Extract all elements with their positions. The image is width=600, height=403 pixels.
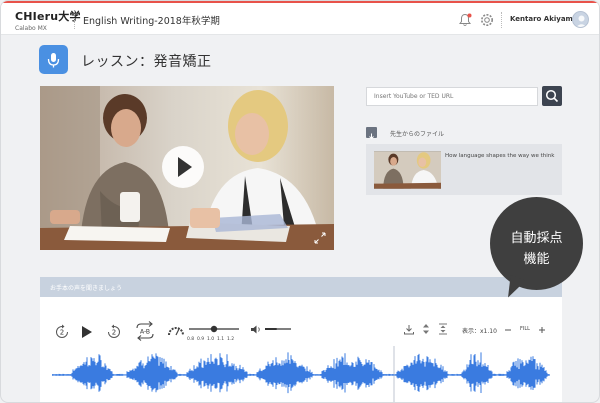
video-player[interactable] — [40, 86, 334, 250]
lesson-icon — [39, 45, 68, 74]
zoom-display-label: 表示：x1.10 — [462, 328, 497, 335]
replay-seconds: 2 — [60, 329, 64, 337]
zoom-vertical-icon[interactable] — [422, 323, 430, 335]
brand-subtitle: Calabo MX — [15, 25, 47, 32]
search-icon — [545, 89, 559, 103]
teacher-files-label: 先生からのファイル — [390, 131, 445, 138]
speed-tick-4: 1.2 — [227, 337, 235, 342]
speedometer-icon — [168, 327, 184, 336]
replay-2-icon[interactable]: 2 — [53, 323, 71, 341]
audio-section-header: お手本の声を聞きましょう — [40, 277, 562, 297]
volume-slider[interactable] — [263, 324, 293, 334]
speed-tick-1: 0.9 — [197, 337, 205, 342]
callout-line-2: 機能 — [523, 252, 550, 267]
speed-tick-3: 1.1 — [217, 337, 225, 342]
speed-slider[interactable] — [187, 323, 243, 335]
forward-2-icon[interactable]: 2 — [105, 323, 123, 341]
file-thumbnail — [374, 151, 441, 189]
auto-scoring-callout: 自動採点 機能 — [490, 197, 583, 290]
forward-seconds: 2 — [112, 329, 116, 337]
play-button[interactable] — [162, 146, 204, 188]
download-icon[interactable] — [403, 324, 415, 335]
audio-waveform[interactable] — [51, 346, 550, 402]
file-title[interactable]: How language shapes the way we think — [445, 153, 554, 159]
header-divider — [74, 11, 75, 29]
brand-logo[interactable]: CHIeru大学 Calabo MX — [15, 8, 81, 32]
top-bar: CHIeru大学 Calabo MX English Writing-2018年… — [1, 1, 599, 35]
brand-name: CHIeru大学 — [15, 10, 81, 23]
zoom-in-icon[interactable] — [538, 326, 546, 334]
gear-icon[interactable] — [479, 12, 495, 28]
volume-icon[interactable] — [250, 324, 262, 335]
avatar-silhouette-icon — [576, 15, 587, 27]
header-divider-right — [501, 12, 502, 28]
speed-slider-knob[interactable] — [210, 325, 218, 333]
file-card[interactable]: How language shapes the way we think — [366, 144, 562, 195]
loop-ab-icon[interactable]: A-B — [133, 320, 157, 342]
callout-line-1: 自動採点 — [510, 231, 563, 246]
waveform-graphic — [51, 346, 550, 402]
waveform-path — [51, 352, 550, 394]
loop-label: A-B — [140, 329, 150, 336]
search-button[interactable] — [542, 86, 562, 106]
fill-button[interactable]: FILL — [520, 326, 530, 332]
course-title[interactable]: English Writing-2018年秋学期 — [83, 13, 220, 27]
speed-tick-2: 1.0 — [207, 337, 215, 342]
expand-icon[interactable] — [314, 232, 326, 244]
download-folder-icon — [366, 127, 377, 140]
zoom-out-icon[interactable] — [504, 326, 512, 334]
microphone-icon — [47, 53, 60, 68]
audio-section-label: お手本の声を聞きましょう — [50, 285, 123, 292]
fit-vertical-icon[interactable] — [438, 323, 448, 335]
video-url-input[interactable] — [366, 87, 538, 106]
page-title: レッスン：発音矯正 — [81, 54, 212, 70]
app-window: CHIeru大学 Calabo MX English Writing-2018年… — [0, 0, 600, 403]
play-icon[interactable] — [80, 324, 94, 340]
speed-tick-0: 0.8 — [187, 337, 195, 342]
bell-icon[interactable] — [457, 12, 473, 28]
avatar[interactable] — [572, 11, 589, 28]
user-name[interactable]: Kentaro Akiyama — [510, 15, 578, 23]
